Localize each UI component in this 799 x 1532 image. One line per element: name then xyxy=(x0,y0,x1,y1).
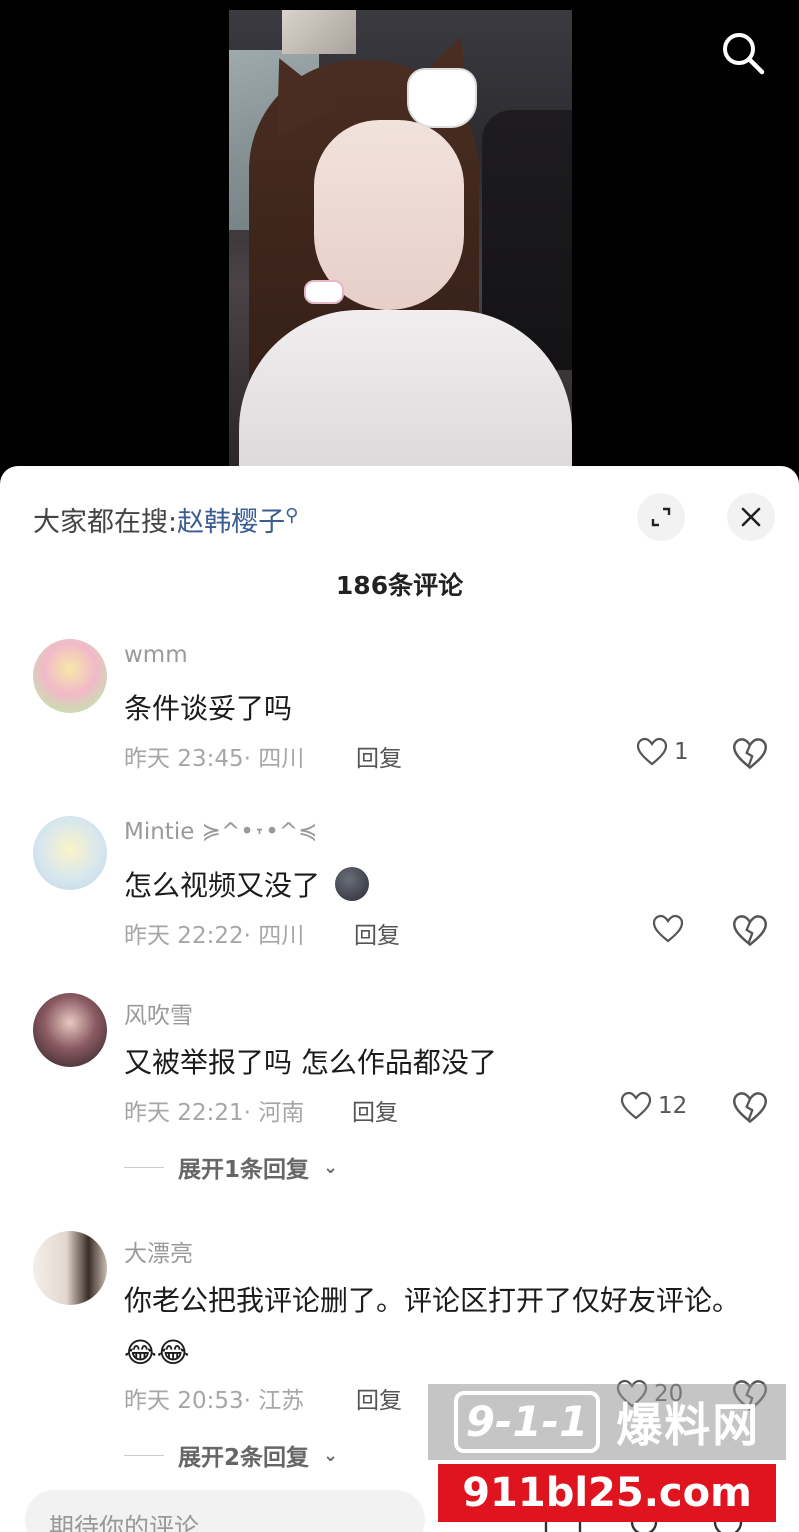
search-icon xyxy=(723,33,765,75)
video-player[interactable] xyxy=(0,0,799,480)
reply-button[interactable]: 回复 xyxy=(356,739,402,773)
avatar[interactable] xyxy=(33,816,107,890)
expand-icon xyxy=(651,507,671,527)
small-search-icon: ⚲ xyxy=(285,505,299,526)
comment-sheet: 大家都在搜:赵韩樱子⚲ 186条评论 wmm 条件谈妥了吗 昨天 23:45· … xyxy=(0,466,799,1532)
expand-button[interactable] xyxy=(637,493,685,541)
expand-replies-button[interactable]: 展开2条回复 ⌄ xyxy=(124,1438,338,1472)
like-count: 12 xyxy=(658,1093,688,1119)
comment-input-placeholder: 期待你的评论 xyxy=(49,1513,200,1532)
dislike-button[interactable] xyxy=(732,737,768,771)
hot-search-bar[interactable]: 大家都在搜:赵韩樱子⚲ xyxy=(33,500,298,539)
expand-replies-label: 展开1条回复 xyxy=(178,1157,310,1183)
expand-replies-button[interactable]: 展开1条回复 ⌄ xyxy=(124,1150,338,1184)
dislike-button[interactable] xyxy=(732,1091,768,1125)
heart-icon xyxy=(636,737,668,766)
like-count: 1 xyxy=(674,739,689,765)
chevron-down-icon: ⌄ xyxy=(323,1444,339,1466)
comment-text: 条件谈妥了吗 xyxy=(124,692,293,725)
heart-icon xyxy=(620,1091,652,1120)
shirt xyxy=(239,310,572,470)
chevron-down-icon: ⌄ xyxy=(323,1156,339,1178)
watermark: 9-1-1 爆料网 911bl25.com xyxy=(428,1384,786,1526)
comment-username[interactable]: wmm xyxy=(124,642,188,668)
comment-username[interactable]: 大漂亮 xyxy=(124,1234,193,1268)
divider xyxy=(124,1454,164,1456)
video-thumbnail-corner xyxy=(282,10,356,54)
divider xyxy=(124,1166,164,1168)
comment-username[interactable]: 风吹雪 xyxy=(124,996,193,1030)
comment-text: 怎么视频又没了 xyxy=(124,860,764,912)
broken-heart-icon xyxy=(733,915,767,947)
comment-text: 又被举报了吗 怎么作品都没了 xyxy=(124,1046,497,1079)
watermark-site-name: 爆料网 xyxy=(616,1398,761,1452)
reply-button[interactable]: 回复 xyxy=(354,916,400,950)
small-sticker xyxy=(304,280,344,304)
broken-heart-icon xyxy=(733,1092,767,1124)
like-button[interactable]: 12 xyxy=(620,1091,687,1121)
search-button[interactable] xyxy=(718,28,768,78)
reply-button[interactable]: 回复 xyxy=(356,1381,402,1415)
comment-text: 你老公把我评论删了。评论区打开了仅好友评论。😂😂 xyxy=(124,1284,741,1369)
emoji-sticker-icon xyxy=(334,867,369,901)
cat-sticker xyxy=(407,68,477,128)
comment-count: 186条评论 xyxy=(335,571,464,600)
close-icon xyxy=(741,507,761,527)
watermark-banner: 9-1-1 爆料网 xyxy=(428,1384,786,1460)
comment-text-body: 怎么视频又没了 xyxy=(124,869,321,902)
hot-search-prefix: 大家都在搜: xyxy=(33,507,178,538)
comment-meta: 昨天 22:22· 四川 xyxy=(124,923,305,949)
hot-search-keyword[interactable]: 赵韩樱子 xyxy=(177,507,285,538)
heart-icon xyxy=(652,914,684,943)
video-frame xyxy=(229,10,572,470)
expand-replies-label: 展开2条回复 xyxy=(178,1445,310,1471)
comment-meta: 昨天 22:21· 河南 xyxy=(124,1100,305,1126)
avatar[interactable] xyxy=(33,1231,107,1305)
watermark-logo: 9-1-1 xyxy=(453,1391,601,1453)
comment-input[interactable]: 期待你的评论 xyxy=(25,1490,425,1532)
like-button[interactable] xyxy=(652,914,690,944)
comment-username[interactable]: Mintie ≽^•˕•^≼ xyxy=(124,819,317,845)
broken-heart-icon xyxy=(733,738,767,770)
comment-meta: 昨天 23:45· 四川 xyxy=(124,746,305,772)
like-button[interactable]: 1 xyxy=(636,737,689,767)
dislike-button[interactable] xyxy=(732,914,768,948)
avatar[interactable] xyxy=(33,993,107,1067)
comment-meta: 昨天 20:53· 江苏 xyxy=(124,1388,305,1414)
reply-button[interactable]: 回复 xyxy=(352,1093,398,1127)
close-button[interactable] xyxy=(727,493,775,541)
avatar[interactable] xyxy=(33,639,107,713)
watermark-url: 911bl25.com xyxy=(438,1464,776,1522)
